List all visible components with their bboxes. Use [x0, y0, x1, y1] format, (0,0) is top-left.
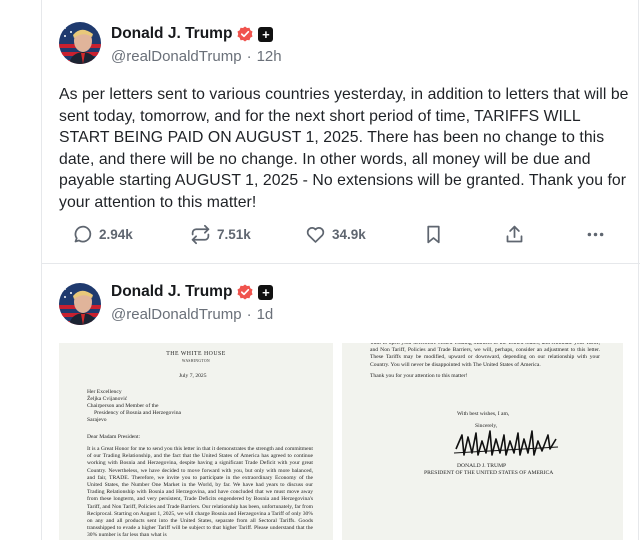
share-button[interactable] [504, 222, 525, 246]
letter-paragraph: want to open your heretofore closed Trad… [370, 343, 600, 368]
letter-image-page-2[interactable]: want to open your heretofore closed Trad… [342, 343, 623, 540]
verified-badge-icon [237, 284, 253, 300]
separator-dot: · [246, 306, 252, 323]
separator-dot: · [246, 48, 252, 65]
plus-badge-icon: + [258, 284, 274, 300]
signature-image [453, 430, 559, 456]
post[interactable]: Donald J. Trump + @realDonaldTrump · 12h A… [42, 0, 640, 264]
letter-image-page-1[interactable]: THE WHITE HOUSE WASHINGTON July 7, 2025 … [59, 343, 333, 540]
reply-count: 2.94k [99, 226, 133, 242]
like-button[interactable]: 34.9k [305, 222, 366, 246]
post-time[interactable]: 12h [257, 48, 282, 65]
post[interactable]: Donald J. Trump + @realDonaldTrump · 1d TH… [42, 265, 640, 540]
author-name[interactable]: Donald J. Trump [111, 283, 232, 301]
verified-badge-icon [237, 26, 253, 42]
letter-paragraph: It is a Great Honor for me to send you t… [87, 446, 313, 539]
letter-wishes: With best wishes, I am, [457, 411, 510, 417]
retruth-button[interactable]: 7.51k [190, 222, 251, 246]
share-icon [506, 225, 523, 242]
author-handle[interactable]: @realDonaldTrump [111, 48, 242, 65]
letter-thanks: Thank you for your attention to this mat… [370, 373, 468, 379]
addressee-line: Sarajevo [87, 417, 107, 423]
addressee-line: Presidency of Bosnia and Herzegovina [94, 410, 181, 416]
reply-icon [74, 225, 92, 242]
author-name[interactable]: Donald J. Trump [111, 25, 232, 43]
timeline-feed: Donald J. Trump + @realDonaldTrump · 12h A… [41, 0, 640, 540]
heart-icon [306, 226, 325, 243]
post-time[interactable]: 1d [257, 306, 274, 323]
bookmark-icon [427, 225, 440, 243]
avatar[interactable] [59, 22, 101, 64]
like-count: 34.9k [332, 226, 366, 242]
more-options-button[interactable] [585, 222, 606, 246]
avatar[interactable] [59, 283, 101, 325]
post-actions: 2.94k 7.51k 34.9k [72, 222, 617, 246]
more-dots-icon [587, 232, 604, 236]
plus-badge-icon: + [258, 26, 274, 42]
post-text: As per letters sent to various countries… [59, 86, 629, 211]
author-handle[interactable]: @realDonaldTrump [111, 306, 242, 323]
signer-title: PRESIDENT OF THE UNITED STATES OF AMERIC… [424, 470, 554, 476]
reply-button[interactable]: 2.94k [72, 222, 133, 246]
letter-date: July 7, 2025 [179, 373, 207, 379]
retruth-count: 7.51k [217, 226, 251, 242]
letter-salutation: Dear Madam President: [87, 434, 141, 440]
retruth-icon [191, 224, 210, 244]
bookmark-button[interactable] [423, 222, 444, 246]
letterhead-city: WASHINGTON [182, 359, 210, 363]
